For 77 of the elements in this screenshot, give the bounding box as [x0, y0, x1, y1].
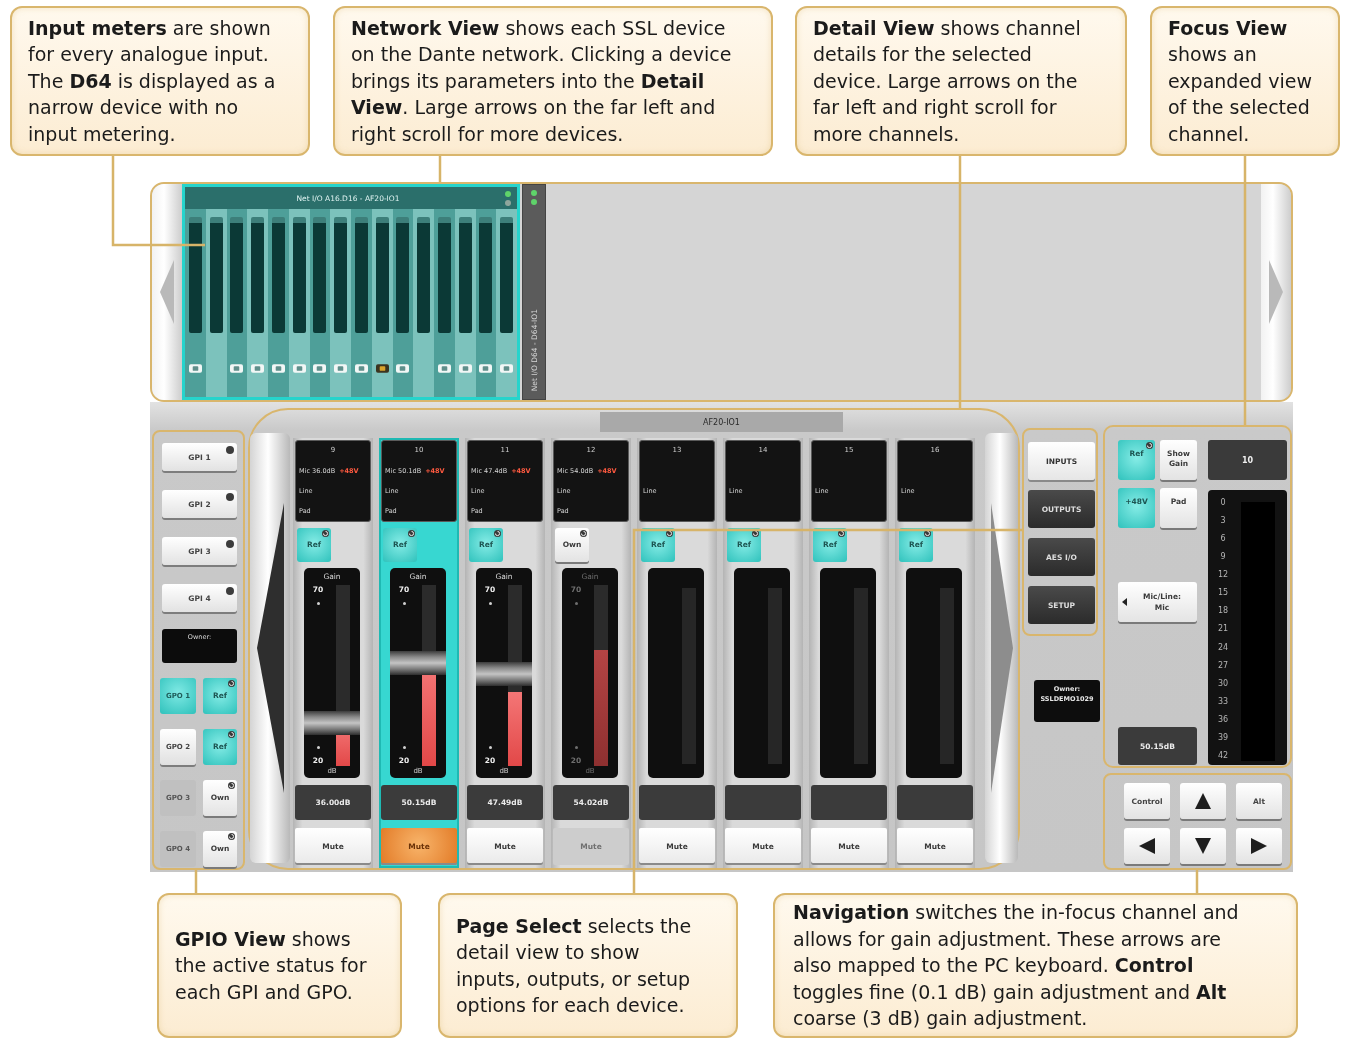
corner-mark-icon — [228, 782, 235, 789]
scale-label: 0 — [1220, 498, 1226, 508]
scale-label: 36 — [1217, 714, 1229, 725]
callout-text: Navigation switches the in-focus channel and allows for gain adjustment. These arrows are also mapped to the PC keyboard. Control toggles fine (0.1 dB) gain adjustment and Alt coarse (3 dB) gain adjustment. — [793, 900, 1240, 1032]
scale-label: 3 — [1220, 516, 1226, 527]
callout-text: Page Select selects the detail view to show inputs, outputs, or setup options for each device. — [456, 913, 693, 1018]
caret-left-icon — [1122, 598, 1127, 606]
callout-text: Input meters are shown for every analogue input. The D64 is displayed as a narrow device with no input metering. — [28, 15, 277, 147]
input-tag-icon — [375, 364, 389, 373]
corner-mark-icon — [666, 530, 673, 537]
corner-mark-icon — [580, 530, 587, 537]
channel-number-display: 10 — [1208, 440, 1287, 480]
input-tag-icon — [334, 364, 348, 373]
scale-dot-icon — [402, 746, 406, 749]
scale-dot-icon — [316, 746, 320, 749]
input-tag-icon — [230, 364, 244, 373]
left-button[interactable] — [1124, 828, 1170, 864]
left-arrow-icon — [160, 260, 174, 324]
scale-label: 39 — [1217, 732, 1229, 743]
corner-mark-icon — [494, 530, 501, 537]
up-button[interactable] — [1180, 783, 1226, 819]
callout-text: Focus View shows an expanded view of the selected channel. — [1168, 15, 1313, 147]
scale-label: 15 — [1217, 588, 1229, 599]
scale-label: 18 — [1217, 606, 1229, 617]
right-arrow-icon — [1269, 260, 1283, 324]
scale-dot-icon — [574, 746, 578, 749]
right-arrow-icon — [990, 503, 1013, 793]
left-arrow-icon — [256, 503, 284, 793]
input-tag-icon — [251, 364, 265, 373]
scale-dot-icon — [488, 746, 492, 749]
scale-label: 33 — [1217, 696, 1229, 707]
corner-mark-icon — [1146, 442, 1153, 449]
scale-label: 12 — [1217, 570, 1229, 581]
corner-mark-icon — [838, 530, 845, 537]
fader-handle[interactable] — [390, 650, 446, 675]
input-tag-icon — [271, 364, 285, 373]
callout-text: Network View shows each SSL device on the Dante network. Clicking a device brings its parameters into the Detail View. Large arrows on the far left and right scroll for more devices. — [351, 15, 733, 147]
callout-text: GPIO View shows the active status for each GPI and GPO. — [175, 926, 368, 1005]
scale-label: 6 — [1220, 534, 1226, 545]
callout-text: Detail View shows channel details for the selected device. Large arrows on the far left and right scroll for more channels. — [813, 15, 1082, 147]
down-button[interactable] — [1180, 828, 1226, 864]
input-tag-icon — [292, 364, 306, 373]
input-tag-icon — [479, 364, 493, 373]
corner-mark-icon — [228, 833, 235, 840]
right-button[interactable] — [1236, 828, 1282, 864]
corner-mark-icon — [924, 530, 931, 537]
corner-mark-icon — [408, 530, 415, 537]
scale-dot-icon — [316, 602, 320, 605]
scale-label: 21 — [1217, 624, 1229, 635]
fader-handle[interactable] — [304, 710, 360, 735]
scroll-right-button[interactable] — [985, 433, 1018, 863]
input-tag-icon — [500, 364, 514, 373]
scale-label: 24 — [1217, 642, 1229, 653]
corner-mark-icon — [228, 680, 235, 687]
down-arrow-icon — [1195, 838, 1211, 854]
up-arrow-icon — [1195, 793, 1211, 809]
corner-mark-icon — [228, 731, 235, 738]
input-tag-icon — [188, 364, 202, 373]
input-tag-icon — [437, 364, 451, 373]
scale-label: 42 — [1217, 750, 1229, 761]
scale-dot-icon — [402, 602, 406, 605]
scale-label: 27 — [1217, 660, 1229, 671]
input-tag-icon — [313, 364, 327, 373]
scale-label: 30 — [1217, 678, 1229, 689]
scale-dot-icon — [488, 602, 492, 605]
input-tag-icon — [396, 364, 410, 373]
right-arrow-icon — [1251, 838, 1267, 854]
corner-mark-icon — [322, 530, 329, 537]
scale-label: 9 — [1220, 552, 1226, 563]
input-tag-icon — [354, 364, 368, 373]
fader-handle[interactable] — [476, 661, 532, 686]
device-name-bar: AF20-IO1 — [600, 412, 843, 432]
input-tag-icon — [458, 364, 472, 373]
scale-dot-icon — [574, 602, 578, 605]
left-arrow-icon — [1139, 838, 1155, 854]
corner-mark-icon — [752, 530, 759, 537]
scroll-left-button[interactable] — [250, 433, 290, 863]
